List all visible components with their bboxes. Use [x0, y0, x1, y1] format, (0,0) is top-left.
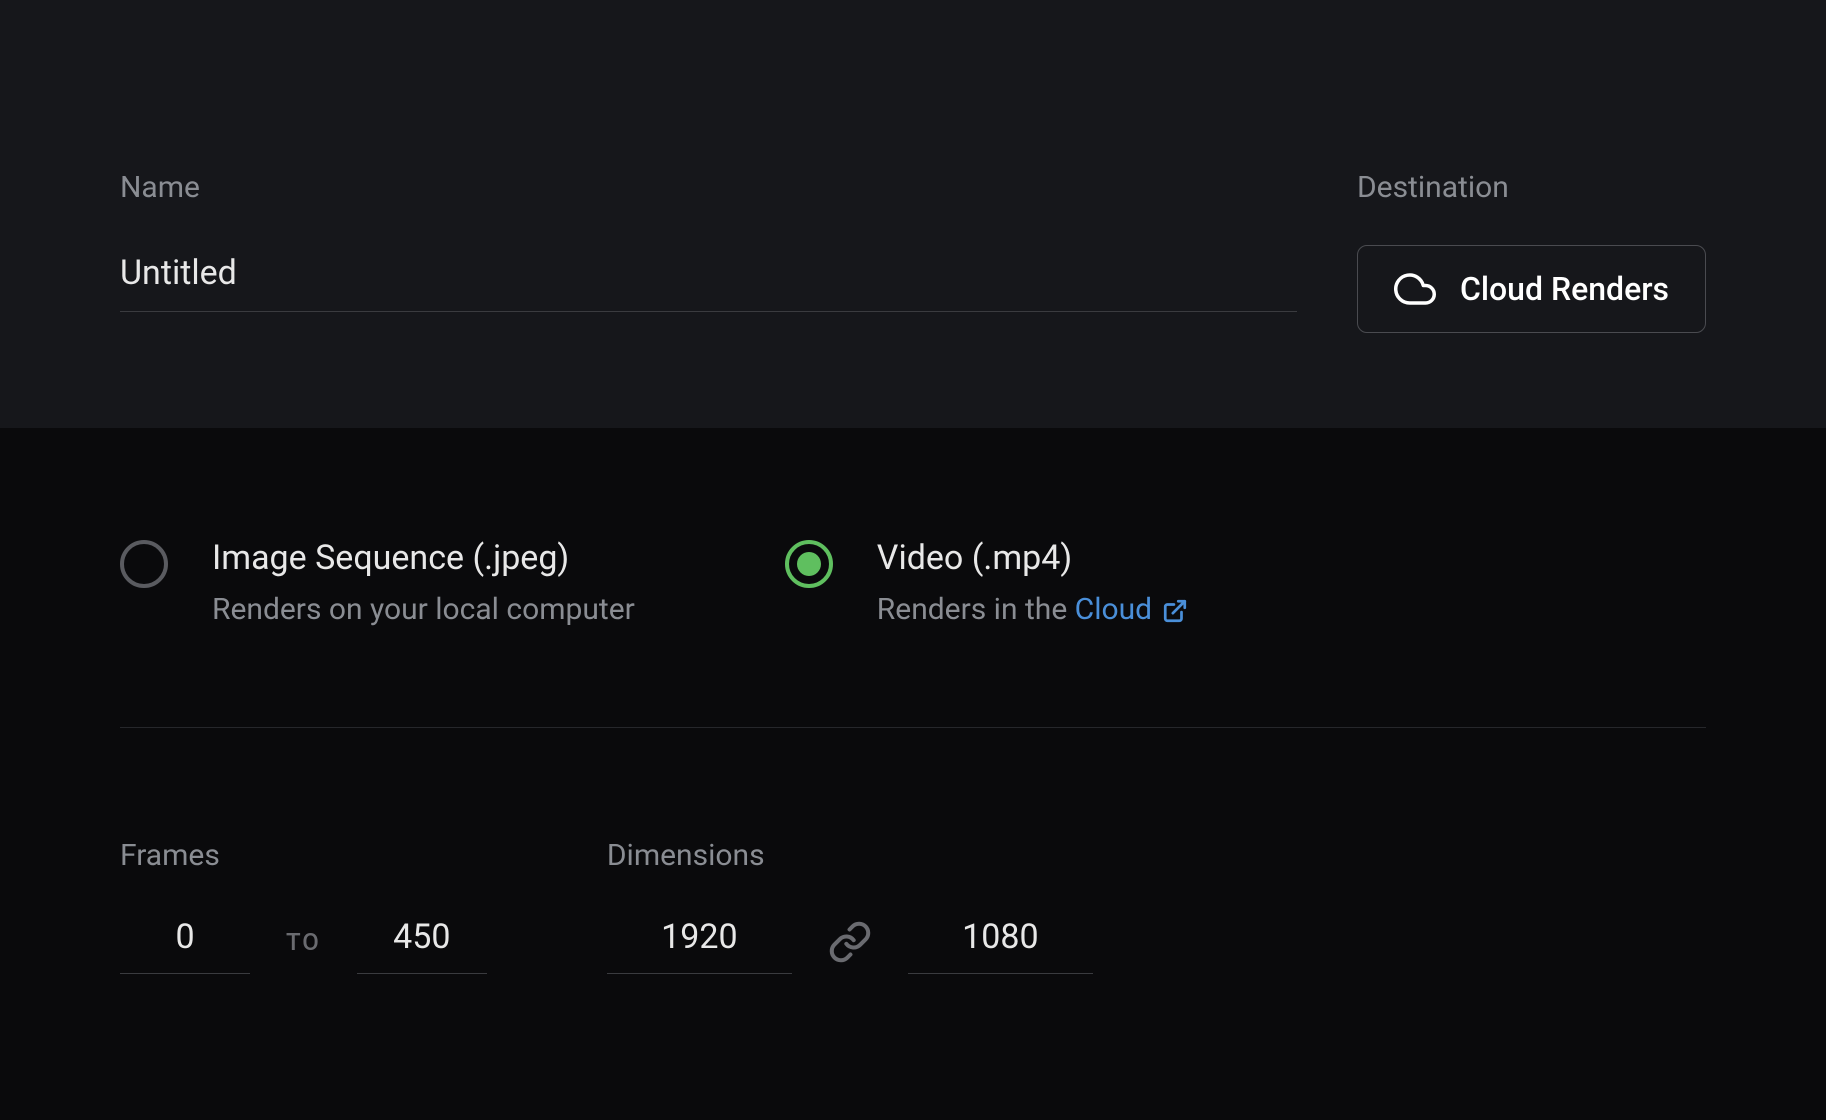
name-label: Name [120, 170, 1297, 205]
radio-image-sequence[interactable]: Image Sequence (.jpeg) Renders on your l… [120, 538, 635, 627]
radio-subtitle: Renders on your local computer [212, 592, 635, 627]
cloud-icon [1394, 268, 1436, 310]
cloud-link[interactable]: Cloud [1075, 592, 1188, 627]
name-input[interactable] [120, 245, 1297, 312]
radio-title: Video (.mp4) [877, 538, 1188, 578]
subtitle-prefix: Renders in the [877, 592, 1075, 627]
frames-separator: TO [286, 928, 321, 956]
dimensions-label: Dimensions [607, 838, 1093, 873]
external-link-icon [1162, 592, 1188, 627]
radio-text-group: Video (.mp4) Renders in the Cloud [877, 538, 1188, 627]
frames-start-input[interactable] [120, 909, 250, 974]
cloud-link-text: Cloud [1075, 592, 1152, 627]
destination-label: Destination [1357, 170, 1706, 205]
frames-end-input[interactable] [357, 909, 487, 974]
output-type-radios: Image Sequence (.jpeg) Renders on your l… [120, 538, 1706, 728]
dimensions-height-input[interactable] [908, 909, 1093, 974]
frames-label: Frames [120, 838, 487, 873]
destination-group: Destination Cloud Renders [1357, 170, 1706, 333]
destination-button-label: Cloud Renders [1460, 270, 1669, 308]
dimensions-group: Dimensions [607, 838, 1093, 974]
radio-title: Image Sequence (.jpeg) [212, 538, 635, 578]
dimensions-width-input[interactable] [607, 909, 792, 974]
radio-circle-icon [120, 540, 168, 588]
radio-subtitle: Renders in the Cloud [877, 592, 1188, 627]
frames-group: Frames TO [120, 838, 487, 974]
radio-video[interactable]: Video (.mp4) Renders in the Cloud [785, 538, 1188, 627]
name-field-group: Name [120, 170, 1297, 312]
destination-button[interactable]: Cloud Renders [1357, 245, 1706, 333]
settings-row: Frames TO Dimensions [120, 728, 1706, 974]
link-aspect-icon[interactable] [828, 920, 872, 964]
radio-circle-selected-icon [785, 540, 833, 588]
radio-text-group: Image Sequence (.jpeg) Renders on your l… [212, 538, 635, 627]
